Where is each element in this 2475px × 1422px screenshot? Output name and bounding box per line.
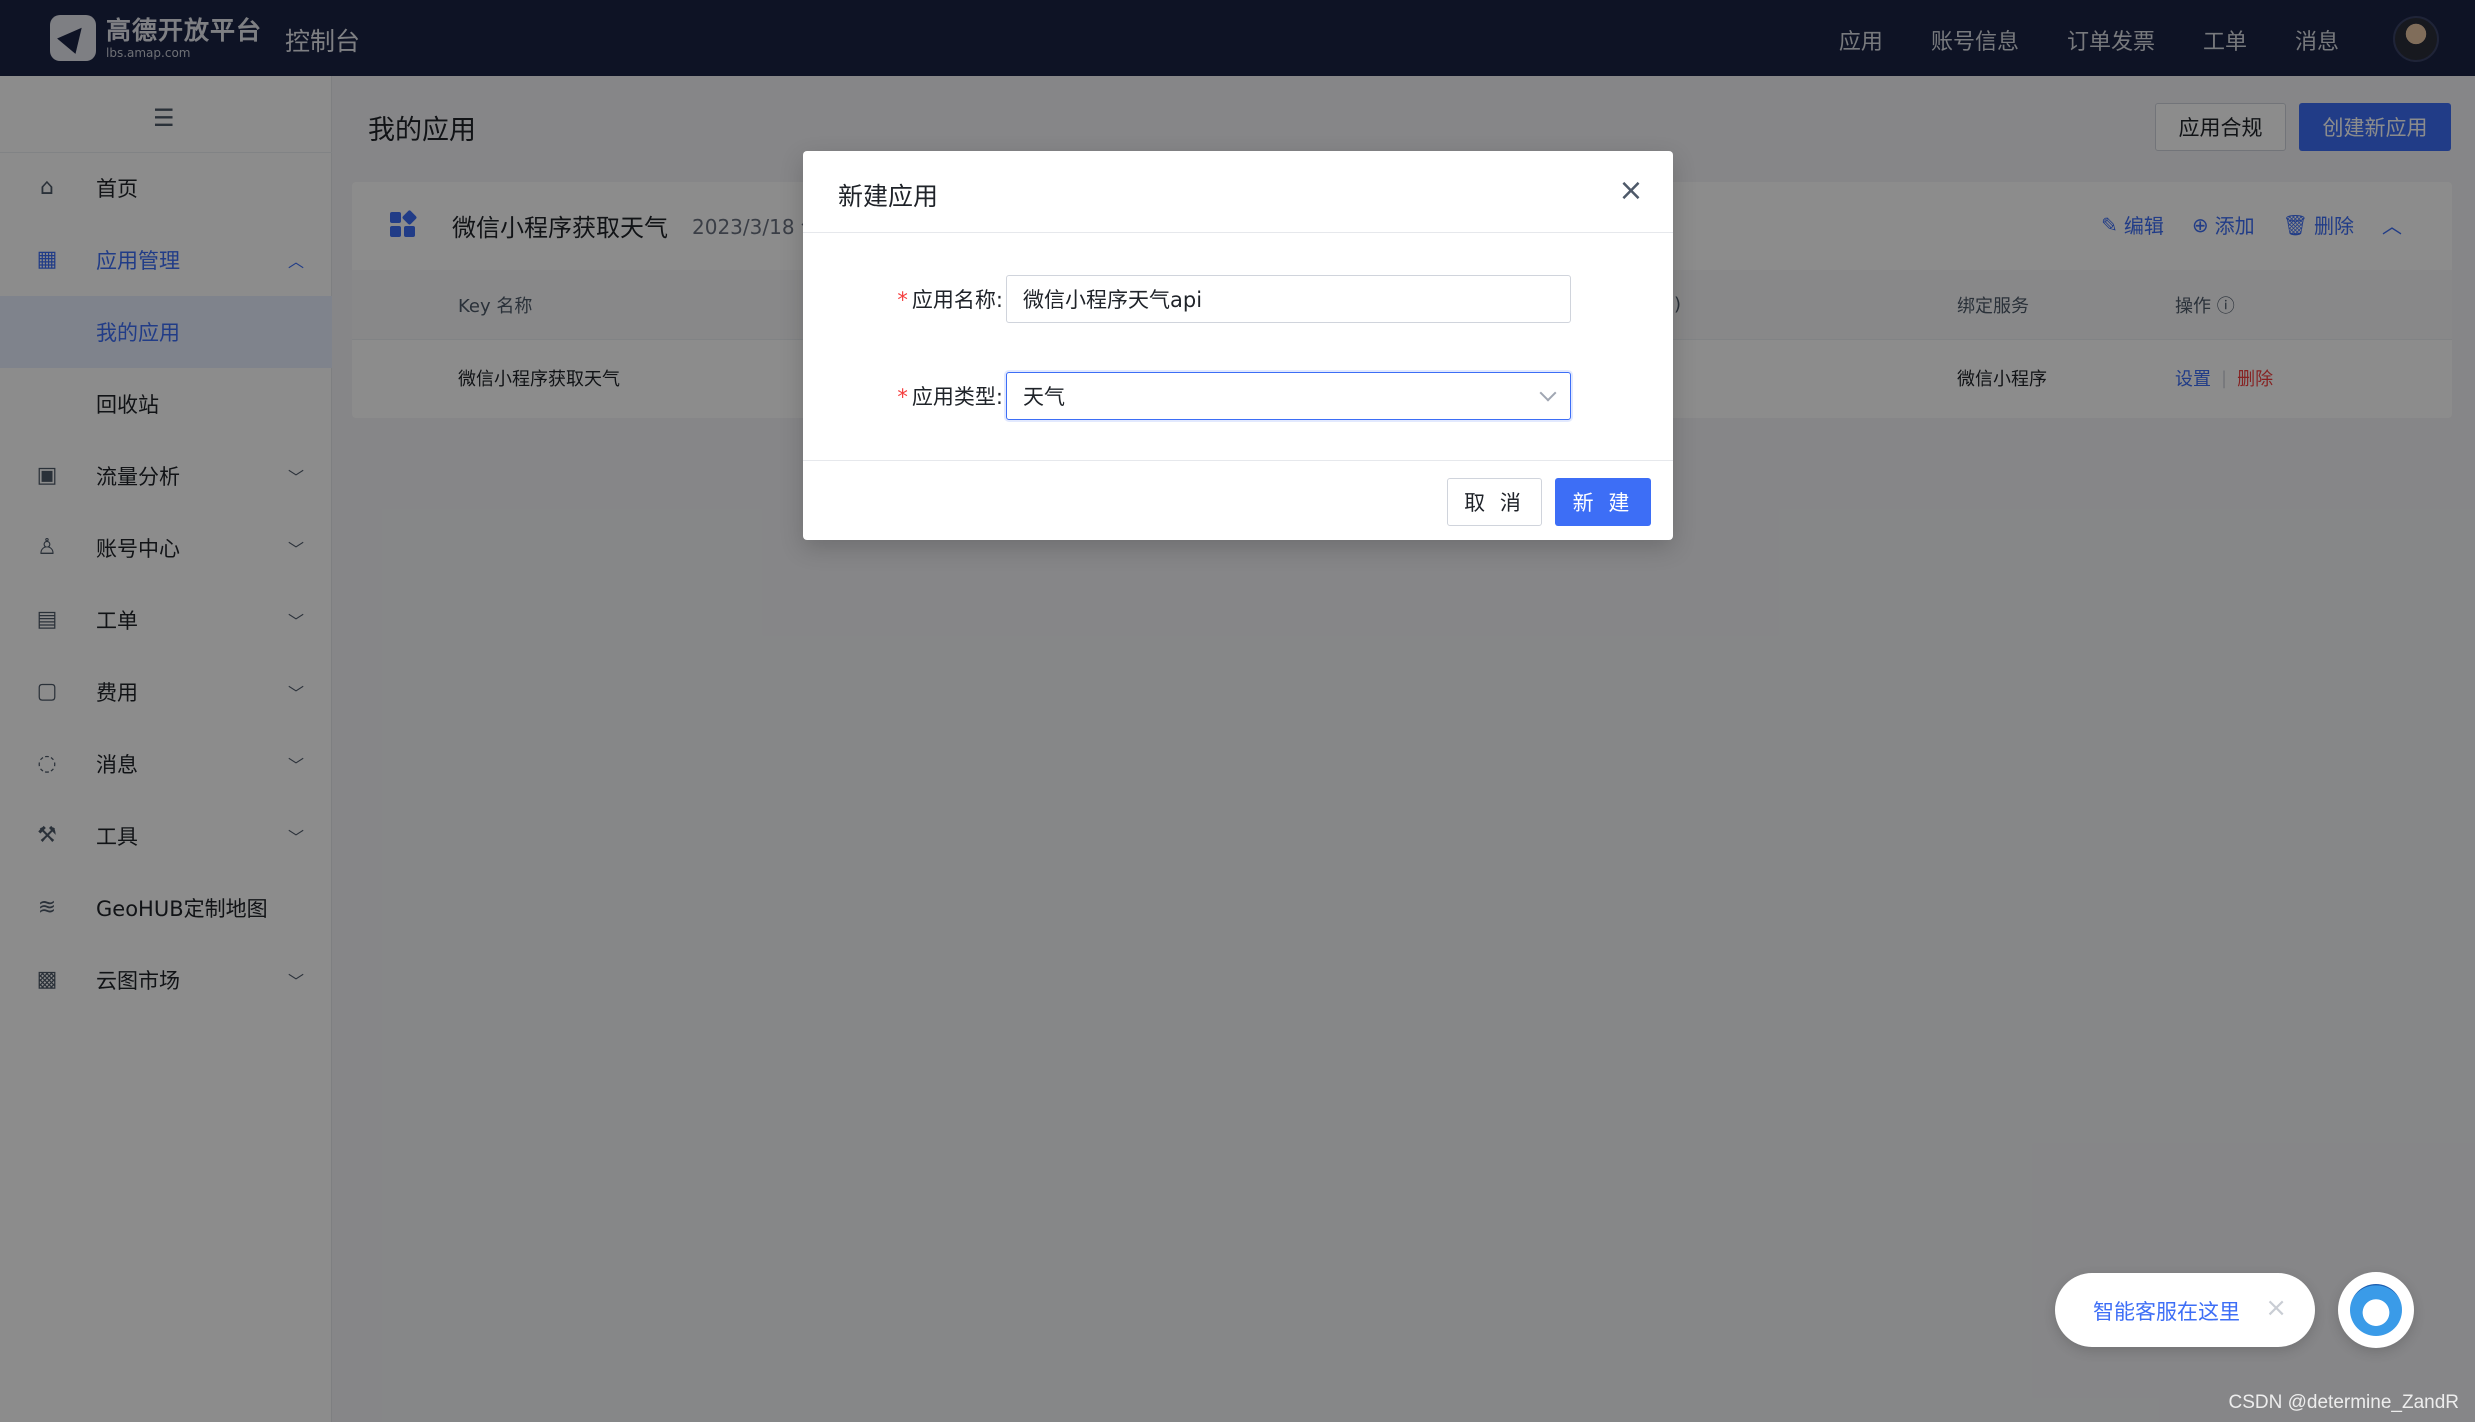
- app-type-value: 天气: [1023, 385, 1065, 409]
- chevron-down-icon: [1539, 384, 1557, 402]
- app-type-select[interactable]: 天气: [1006, 372, 1571, 420]
- dialog-footer-divider: [803, 460, 1673, 461]
- dialog-title: 新建应用: [838, 182, 939, 211]
- app-type-label: * 应用类型:: [803, 381, 1003, 411]
- chatbot-avatar[interactable]: [2338, 1272, 2414, 1348]
- customer-service-bubble[interactable]: 智能客服在这里 ×: [2055, 1273, 2315, 1347]
- required-mark: *: [897, 288, 908, 312]
- app-type-label-text: 应用类型:: [911, 385, 1003, 409]
- robot-mascot-icon: [2350, 1284, 2402, 1336]
- customer-service-text: 智能客服在这里: [2093, 1300, 2240, 1324]
- app-name-input[interactable]: 微信小程序天气api: [1006, 275, 1571, 323]
- app-name-label: * 应用名称:: [803, 284, 1003, 314]
- cancel-button[interactable]: 取 消: [1447, 478, 1542, 526]
- app-name-label-text: 应用名称:: [911, 288, 1003, 312]
- close-icon[interactable]: ×: [1617, 176, 1645, 206]
- create-button[interactable]: 新 建: [1555, 478, 1651, 526]
- new-app-dialog: 新建应用 × * 应用名称: 微信小程序天气api * 应用类型: 天气 取 消 新…: [803, 151, 1673, 540]
- dialog-header-divider: [803, 232, 1673, 233]
- required-mark: *: [897, 385, 908, 409]
- watermark: CSDN @determine_ZandR: [2228, 1392, 2460, 1413]
- close-icon[interactable]: ×: [2265, 1293, 2287, 1323]
